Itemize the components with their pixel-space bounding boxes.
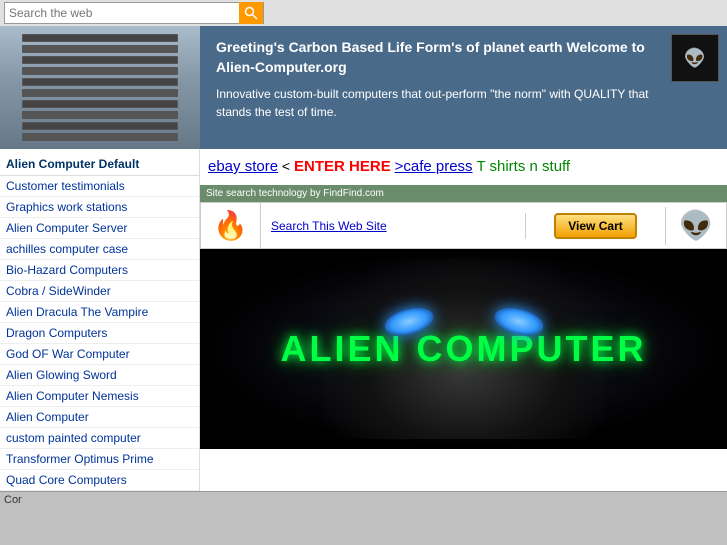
store-links-bar: ebay store < ENTER HERE >cafe press T sh… (200, 149, 727, 185)
header-image (0, 26, 200, 149)
status-text: Cor (4, 494, 22, 506)
cafe-press-link[interactable]: >cafe press (395, 158, 473, 175)
search-input[interactable] (5, 4, 239, 22)
rack-unit (22, 45, 178, 53)
sidebar-item-dragon[interactable]: Dragon Computers (0, 323, 199, 344)
rack-unit (22, 111, 178, 119)
rack-unit (22, 56, 178, 64)
status-bar: Cor (0, 491, 727, 508)
search-icon (244, 6, 258, 20)
header-banner: Greeting's Carbon Based Life Form's of p… (0, 26, 727, 149)
sidebar-item-quadcore[interactable]: Quad Core Computers (0, 470, 199, 491)
top-search-bar (0, 0, 727, 26)
search-powered-by: Site search technology by FindFind.com (206, 188, 384, 199)
alien-computer-banner: ALIEN COMPUTER (200, 249, 727, 449)
sidebar-item-testimonials[interactable]: Customer testimonials (0, 176, 199, 197)
sidebar-item-nemesis[interactable]: Alien Computer Nemesis (0, 386, 199, 407)
header-tagline: Innovative custom-built computers that o… (216, 85, 651, 121)
sidebar-item-biohazard[interactable]: Bio-Hazard Computers (0, 260, 199, 281)
search-button[interactable] (239, 2, 263, 24)
rack-unit (22, 89, 178, 97)
view-cart-button[interactable]: View Cart (554, 213, 636, 239)
ebay-separator: < (278, 158, 294, 174)
alien-face-icon: 👽 (671, 34, 719, 82)
header-text: Greeting's Carbon Based Life Form's of p… (200, 26, 667, 149)
main-layout: Alien Computer Default Customer testimon… (0, 149, 727, 491)
search-site-link[interactable]: Search This Web Site (271, 219, 387, 233)
sidebar-item-alien[interactable]: Alien Computer (0, 407, 199, 428)
rack-unit (22, 67, 178, 75)
rack-unit (22, 100, 178, 108)
server-rack-image (0, 26, 200, 149)
search-widget-row: 🔥 Search This Web Site View Cart 👽 (200, 202, 727, 249)
sidebar: Alien Computer Default Customer testimon… (0, 149, 200, 491)
sidebar-title: Alien Computer Default (0, 153, 199, 176)
rack-unit (22, 122, 178, 130)
alien-icon-section: 👽 (666, 203, 726, 248)
sidebar-item-godofwar[interactable]: God OF War Computer (0, 344, 199, 365)
content-area: ebay store < ENTER HERE >cafe press T sh… (200, 149, 727, 491)
rack-unit (22, 133, 178, 141)
search-bar-container (4, 2, 264, 24)
rack-unit (22, 78, 178, 86)
search-tool-bar: Site search technology by FindFind.com (200, 185, 727, 202)
sidebar-item-optimus[interactable]: Transformer Optimus Prime (0, 449, 199, 470)
alien-banner-title: ALIEN COMPUTER (281, 328, 647, 370)
view-cart-section: View Cart (526, 207, 666, 245)
search-site-section: Search This Web Site (261, 213, 526, 239)
enter-here-text: ENTER HERE (294, 158, 391, 175)
alien-figure-icon: 👽 (679, 209, 714, 242)
sidebar-item-achilles[interactable]: achilles computer case (0, 239, 199, 260)
alien-eyes (384, 309, 544, 334)
fire-icon: 🔥 (213, 209, 248, 242)
header-greeting: Greeting's Carbon Based Life Form's of p… (216, 38, 651, 77)
header-alien-thumbnail: 👽 (667, 26, 727, 149)
sidebar-item-cobra[interactable]: Cobra / SideWinder (0, 281, 199, 302)
tshirt-text: T shirts n stuff (476, 158, 570, 175)
sidebar-item-custompainted[interactable]: custom painted computer (0, 428, 199, 449)
sidebar-item-graphics[interactable]: Graphics work stations (0, 197, 199, 218)
sidebar-item-glowingsword[interactable]: Alien Glowing Sword (0, 365, 199, 386)
find-find-icon-section: 🔥 (201, 203, 261, 248)
sidebar-item-dracula[interactable]: Alien Dracula The Vampire (0, 302, 199, 323)
ebay-store-link[interactable]: ebay store (208, 158, 278, 175)
sidebar-item-server[interactable]: Alien Computer Server (0, 218, 199, 239)
rack-unit (22, 34, 178, 42)
